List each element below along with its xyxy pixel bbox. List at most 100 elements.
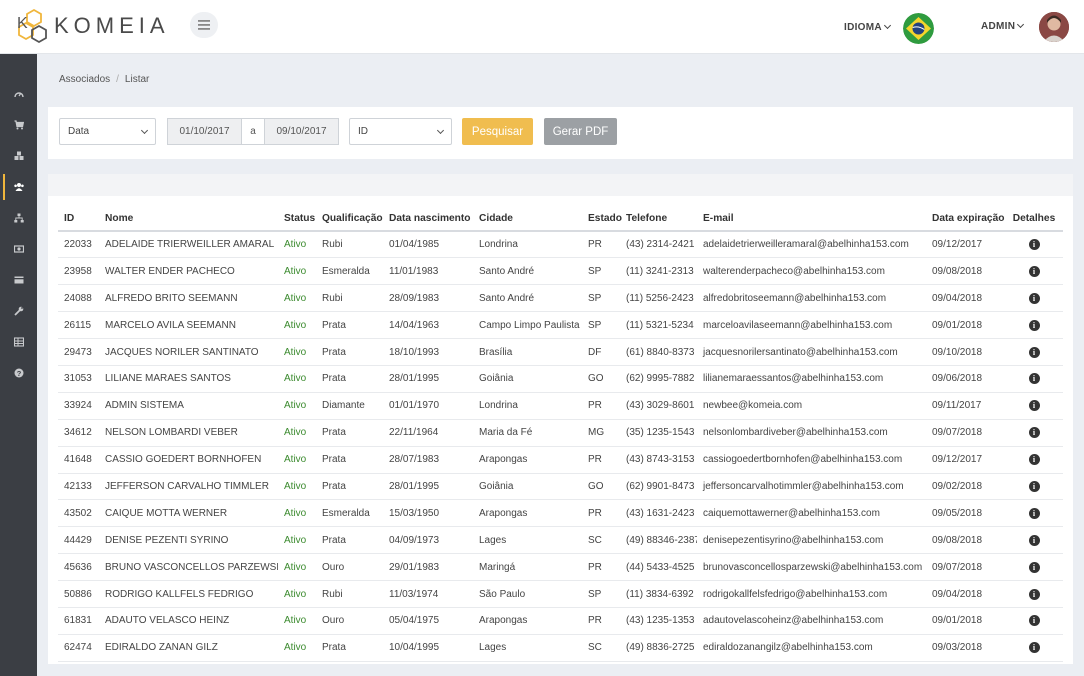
table-cell: 01/01/1970: [383, 392, 473, 420]
sidebar-item-orders[interactable]: [0, 112, 37, 138]
info-icon[interactable]: i: [1028, 292, 1040, 304]
table-cell: SP: [582, 284, 620, 313]
sidebar-item-payments[interactable]: [0, 267, 37, 293]
info-icon[interactable]: i: [1028, 454, 1040, 466]
sidebar: ?: [0, 54, 37, 676]
menu-toggle-button[interactable]: [190, 12, 218, 38]
table-body: 22033 ADELAIDE TRIERWEILLER AMARAL Ativo Ru…: [58, 231, 1063, 662]
table-cell: 50886: [58, 580, 99, 608]
info-icon[interactable]: i: [1028, 480, 1040, 492]
table-cell: Lages: [473, 526, 582, 555]
table-cell: Ativo: [278, 231, 316, 259]
table-cell: MARCELO AVILA SEEMANN: [99, 311, 278, 340]
table-cell: Santo André: [473, 284, 582, 313]
brand-logo[interactable]: K KOMEIA: [14, 6, 170, 46]
table-cell: Ativo: [278, 473, 316, 501]
table-cell: Londrina: [473, 231, 582, 259]
table-cell: 23958: [58, 257, 99, 286]
sidebar-item-network[interactable]: [0, 205, 37, 231]
table-cell: (11) 5321-5234: [620, 311, 697, 340]
table-cell: Arapongas: [473, 446, 582, 474]
date-from-input[interactable]: 01/10/2017: [168, 119, 241, 144]
date-range-separator: a: [241, 119, 265, 144]
table-cell: ADAUTO VELASCO HEINZ: [99, 607, 278, 635]
language-dropdown[interactable]: IDIOMA: [844, 21, 891, 33]
info-icon[interactable]: i: [1028, 239, 1040, 251]
table-cell: Prata: [316, 473, 383, 501]
table-cell: 62474: [58, 634, 99, 662]
table-cell: alfredobritoseemann@abelhinha153.com: [697, 284, 926, 313]
table-cell: rodrigokallfelsfedrigo@abelhinha153.com: [697, 580, 926, 608]
info-icon[interactable]: i: [1028, 346, 1040, 358]
sidebar-item-help[interactable]: ?: [0, 360, 37, 386]
sidebar-item-settings[interactable]: [0, 298, 37, 324]
table-cell: PR: [582, 446, 620, 474]
table-cell: cassiogoedertbornhofen@abelhinha153.com: [697, 446, 926, 474]
table-cell: 29/01/1983: [383, 553, 473, 582]
date-to-input[interactable]: 09/10/2017: [265, 119, 338, 144]
svg-text:?: ?: [16, 369, 21, 378]
info-icon[interactable]: i: [1028, 400, 1040, 412]
column-header[interactable]: Qualificação: [316, 206, 383, 232]
cart-icon: [14, 120, 24, 130]
avatar[interactable]: [1039, 12, 1069, 42]
details-cell: i: [1005, 473, 1063, 501]
info-icon[interactable]: i: [1028, 427, 1040, 439]
column-header[interactable]: Detalhes: [1005, 206, 1063, 232]
breadcrumb-parent-link[interactable]: Associados: [59, 74, 110, 85]
brazil-flag-icon[interactable]: [903, 13, 934, 44]
info-icon[interactable]: i: [1028, 615, 1040, 627]
table-cell: adautovelascoheinz@abelhinha153.com: [697, 607, 926, 635]
top-header: K KOMEIA IDIOMA ADMIN: [0, 0, 1084, 54]
table-cell: ADMIN SISTEMA: [99, 392, 278, 420]
table-cell: (11) 3834-6392: [620, 580, 697, 608]
table-cell: lilianemaraessantos@abelhinha153.com: [697, 365, 926, 393]
column-header[interactable]: Telefone: [620, 206, 697, 232]
order-select[interactable]: ID: [349, 118, 452, 145]
table-cell: JEFFERSON CARVALHO TIMMLER: [99, 473, 278, 501]
chevron-down-icon: [1017, 20, 1025, 29]
column-header[interactable]: Data nascimento: [383, 206, 473, 232]
table-cell: newbee@komeia.com: [697, 392, 926, 420]
table-cell: PR: [582, 231, 620, 259]
table-cell: Prata: [316, 338, 383, 366]
info-icon[interactable]: i: [1028, 373, 1040, 385]
table-row: 61831 ADAUTO VELASCO HEINZ Ativo Ouro 05/04/…: [58, 607, 1063, 635]
column-header[interactable]: E-mail: [697, 206, 926, 232]
table-row: 33924 ADMIN SISTEMA Ativo Diamante 01/01/197…: [58, 392, 1063, 420]
info-icon[interactable]: i: [1028, 588, 1040, 600]
user-menu[interactable]: ADMIN: [981, 20, 1025, 32]
table-cell: adelaidetrierweilleramaral@abelhinha153.…: [697, 231, 926, 259]
info-icon[interactable]: i: [1028, 642, 1040, 654]
column-header[interactable]: Data expiração: [926, 206, 1005, 232]
table-cell: Rubi: [316, 580, 383, 608]
column-header[interactable]: Nome: [99, 206, 278, 232]
sidebar-item-finance[interactable]: [0, 236, 37, 262]
table-cell: Ativo: [278, 580, 316, 608]
column-header[interactable]: Estado: [582, 206, 622, 232]
table-cell: GO: [582, 473, 620, 501]
generate-pdf-button[interactable]: Gerar PDF: [544, 118, 617, 145]
info-icon[interactable]: i: [1028, 265, 1040, 277]
info-icon[interactable]: i: [1028, 534, 1040, 546]
table-cell: 22033: [58, 231, 99, 259]
sidebar-item-reports[interactable]: [0, 329, 37, 355]
order-select-value: ID: [358, 126, 368, 137]
table-row: 29473 JACQUES NORILER SANTINATO Ativo Prata…: [58, 338, 1063, 366]
info-icon[interactable]: i: [1028, 319, 1040, 331]
table-cell: 44429: [58, 526, 99, 555]
details-cell: i: [1005, 580, 1063, 608]
table-row: 43502 CAIQUE MOTTA WERNER Ativo Esmeralda 15…: [58, 499, 1063, 528]
table-cell: (62) 9995-7882: [620, 365, 697, 393]
column-header[interactable]: ID: [58, 206, 99, 232]
info-icon[interactable]: i: [1028, 507, 1040, 519]
sidebar-item-dashboard[interactable]: [0, 81, 37, 107]
details-cell: i: [1005, 392, 1063, 420]
sidebar-item-associates[interactable]: [0, 174, 37, 200]
filter-field-select[interactable]: Data: [59, 118, 156, 145]
search-button[interactable]: Pesquisar: [462, 118, 533, 145]
column-header[interactable]: Status: [278, 206, 316, 232]
sidebar-item-products[interactable]: [0, 143, 37, 169]
info-icon[interactable]: i: [1028, 561, 1040, 573]
column-header[interactable]: Cidade: [473, 206, 582, 232]
